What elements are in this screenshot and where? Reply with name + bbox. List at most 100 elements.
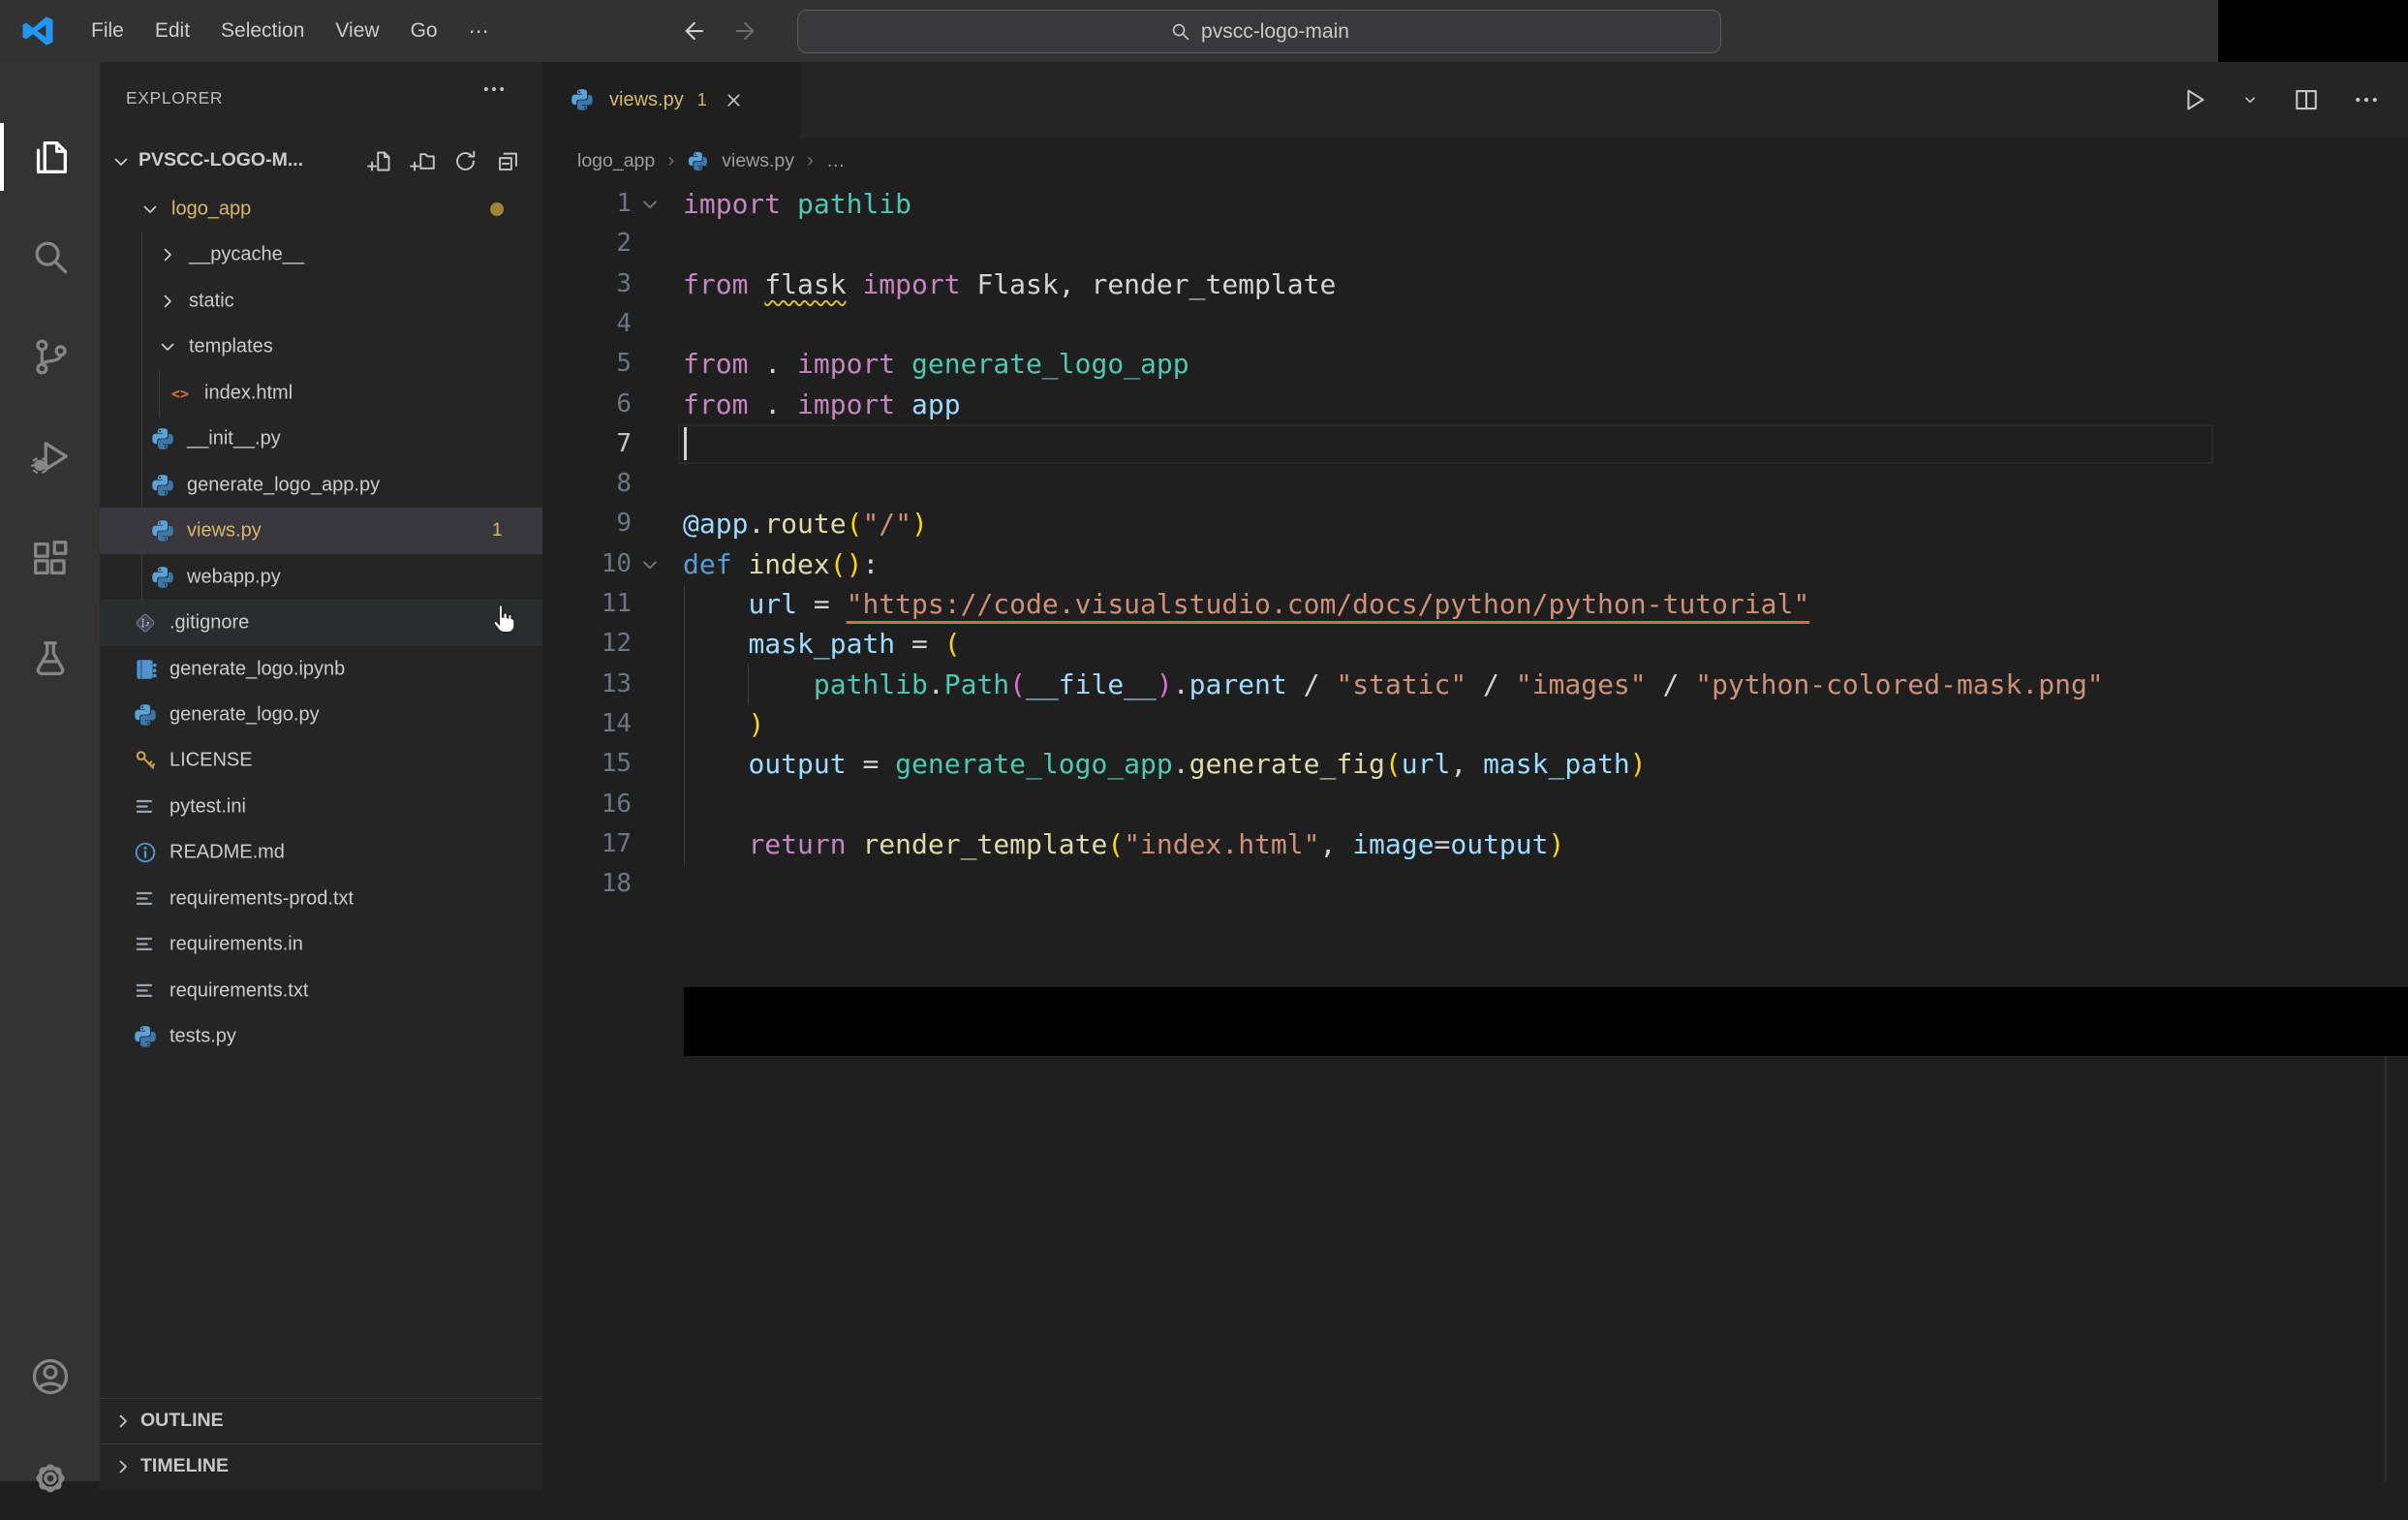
line-number[interactable]: 1 xyxy=(542,184,632,224)
code-line-5[interactable]: from . import generate_logo_app xyxy=(683,344,1189,384)
menu-edit[interactable]: Edit xyxy=(139,13,205,49)
search-icon xyxy=(28,234,73,279)
line-number[interactable]: 8 xyxy=(542,464,632,504)
tree-item-requirements.in[interactable]: requirements.in xyxy=(100,921,542,968)
tree-item-pytest.ini[interactable]: pytest.ini xyxy=(100,784,542,830)
modified-count-badge: 1 xyxy=(492,520,503,542)
code-token: output xyxy=(1450,827,1549,860)
code-line-9[interactable]: @app.route("/") xyxy=(683,504,928,543)
debug-icon xyxy=(28,434,73,479)
code-line-6[interactable]: from . import app xyxy=(683,385,961,424)
code-token: () xyxy=(829,547,863,580)
line-number[interactable]: 17 xyxy=(542,824,632,864)
line-number[interactable]: 7 xyxy=(542,424,632,464)
history-navigation xyxy=(678,16,761,46)
line-number[interactable]: 15 xyxy=(542,744,632,784)
tree-item-__pycache__[interactable]: __pycache__ xyxy=(100,232,542,278)
section-label: OUTLINE xyxy=(140,1410,224,1431)
menu-selection[interactable]: Selection xyxy=(205,13,320,49)
tree-item-generate_logo_app.py[interactable]: generate_logo_app.py xyxy=(100,462,542,509)
tree-item-requirements.txt[interactable]: requirements.txt xyxy=(100,968,542,1014)
tree-item-label: __pycache__ xyxy=(189,243,304,265)
activity-bar xyxy=(0,62,100,1493)
code-line-3[interactable]: from flask import Flask, render_template xyxy=(683,264,1336,304)
section-timeline[interactable]: TIMELINE xyxy=(100,1443,542,1490)
vscode-window: File Edit Selection View Go ⋯ pvscc-logo-main… xyxy=(0,0,2408,1493)
code-token: render_template xyxy=(862,827,1108,860)
tree-item-LICENSE[interactable]: LICENSE xyxy=(100,737,542,784)
tree-item-index.html[interactable]: <> index.html xyxy=(100,370,542,417)
code-line-12[interactable]: mask_path = ( xyxy=(683,624,960,664)
gear-icon xyxy=(28,1456,73,1501)
tree-item-generate_logo.py[interactable]: generate_logo.py xyxy=(100,692,542,738)
code-token: pathlib xyxy=(797,188,912,220)
activity-manage[interactable] xyxy=(0,1437,100,1520)
line-number[interactable]: 4 xyxy=(542,304,632,344)
tree-item-README.md[interactable]: README.md xyxy=(100,829,542,876)
code-token: = xyxy=(797,588,847,620)
menu-view[interactable]: View xyxy=(320,13,394,49)
cfg-file-icon xyxy=(133,886,158,912)
line-number[interactable]: 18 xyxy=(542,864,632,904)
line-number[interactable]: 6 xyxy=(542,385,632,424)
code-line-1[interactable]: import pathlib xyxy=(683,184,911,224)
line-number[interactable]: 14 xyxy=(542,704,632,744)
tree-item-__init__.py[interactable]: __init__.py xyxy=(100,416,542,462)
command-center-search[interactable]: pvscc-logo-main xyxy=(797,10,1721,53)
tree-item-requirements-prod.txt[interactable]: requirements-prod.txt xyxy=(100,876,542,922)
line-number[interactable]: 11 xyxy=(542,584,632,624)
code-token: from xyxy=(683,388,749,420)
activity-run-and-debug[interactable] xyxy=(0,415,100,498)
code-line-14[interactable]: ) xyxy=(683,704,764,744)
code-token: , xyxy=(1450,748,1484,781)
line-number[interactable]: 10 xyxy=(542,544,632,584)
code-line-15[interactable]: output = generate_logo_app.generate_fig(… xyxy=(683,744,1646,784)
fold-chevron-icon[interactable] xyxy=(637,192,663,217)
line-number[interactable]: 3 xyxy=(542,264,632,304)
code-token: . xyxy=(1172,667,1189,700)
tree-item-webapp.py[interactable]: webapp.py xyxy=(100,554,542,601)
code-token: ( xyxy=(846,508,863,541)
line-number[interactable]: 2 xyxy=(542,224,632,264)
line-number[interactable]: 16 xyxy=(542,785,632,824)
line-number[interactable]: 13 xyxy=(542,665,632,704)
code-token: parent xyxy=(1189,667,1287,700)
tree-item-.gitignore[interactable]: .gitignore xyxy=(100,600,542,647)
menu-go[interactable]: Go xyxy=(395,13,453,49)
activity-accounts[interactable] xyxy=(0,1335,100,1418)
activity-explorer[interactable] xyxy=(0,115,100,199)
code-token: Flask, render_template xyxy=(960,267,1337,300)
menu-bar: File Edit Selection View Go ⋯ xyxy=(76,0,505,62)
menu-[interactable]: ⋯ xyxy=(453,13,505,50)
tree-item-label: webapp.py xyxy=(187,566,281,588)
line-number[interactable]: 9 xyxy=(542,504,632,543)
tree-item-templates[interactable]: templates xyxy=(100,324,542,370)
tree-item-logo_app[interactable]: logo_app xyxy=(100,186,542,233)
search-value: pvscc-logo-main xyxy=(1201,19,1349,43)
code-line-11[interactable]: url = "https://code.visualstudio.com/doc… xyxy=(683,584,1809,624)
menu-file[interactable]: File xyxy=(76,13,139,49)
activity-search[interactable] xyxy=(0,215,100,298)
line-number[interactable]: 5 xyxy=(542,344,632,384)
code-token: app xyxy=(911,388,961,420)
ext-icon xyxy=(28,537,73,581)
activity-source-control[interactable] xyxy=(0,315,100,398)
tree-item-label: views.py xyxy=(187,519,262,542)
code-line-17[interactable]: return render_template("index.html", ima… xyxy=(683,824,1564,864)
tree-item-static[interactable]: static xyxy=(100,278,542,325)
code-editor[interactable]: 1 2 3 4 5 6 7 8 9 10 11 12 13 14 15 16 17 18 import pathl… xyxy=(542,62,2408,1481)
tree-item-label: generate_logo_app.py xyxy=(187,474,381,496)
tree-item-generate_logo.ipynb[interactable]: generate_logo.ipynb xyxy=(100,646,542,693)
activity-extensions[interactable] xyxy=(0,517,100,601)
fold-chevron-icon[interactable] xyxy=(637,552,663,577)
forward-arrow-icon[interactable] xyxy=(732,16,761,46)
line-number[interactable]: 12 xyxy=(542,624,632,664)
code-line-13[interactable]: pathlib.Path(__file__).parent / "static"… xyxy=(683,665,2104,704)
tree-item-tests.py[interactable]: tests.py xyxy=(100,1013,542,1060)
tree-item-views.py[interactable]: views.py 1 xyxy=(100,508,542,555)
code-line-10[interactable]: def index(): xyxy=(683,544,879,584)
back-arrow-icon[interactable] xyxy=(678,16,707,46)
activity-testing[interactable] xyxy=(0,617,100,700)
section-outline[interactable]: OUTLINE xyxy=(100,1398,542,1444)
